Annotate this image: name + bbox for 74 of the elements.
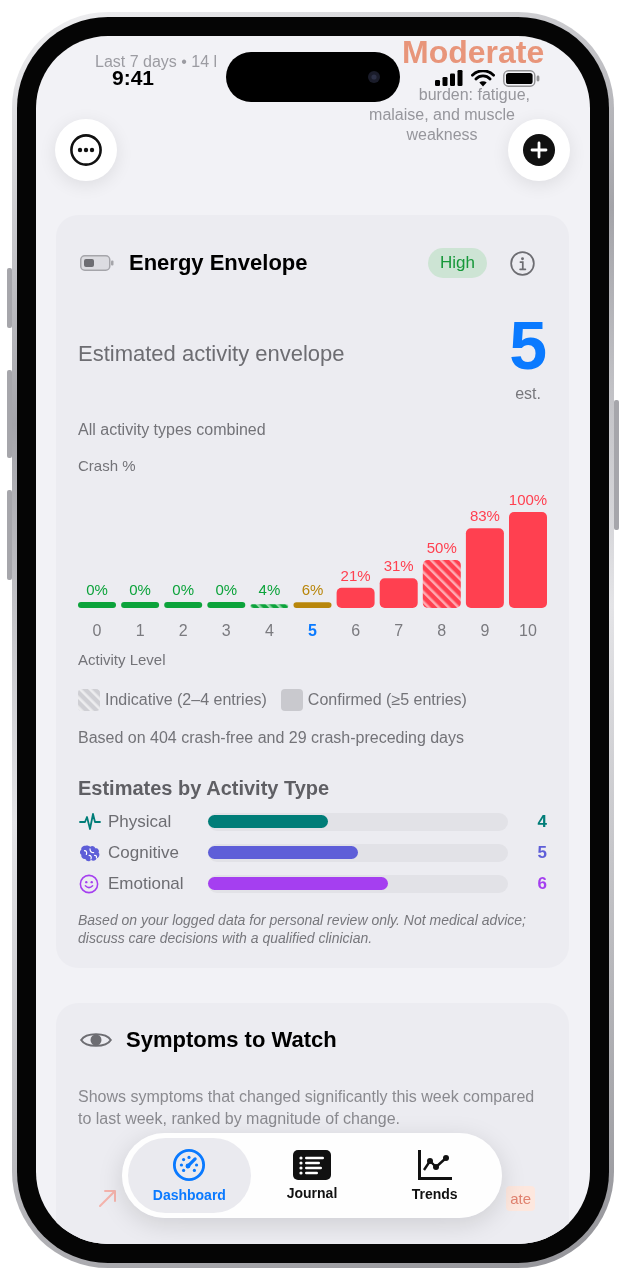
axis-label: 4 (264, 622, 274, 639)
summary-text: malaise, and muscle (369, 106, 515, 124)
list-icon (293, 1150, 331, 1180)
gauge-icon (172, 1148, 207, 1182)
card-title: Symptoms to Watch (126, 1026, 337, 1054)
activity-value: 5 (537, 842, 547, 863)
value-label: 4% (258, 581, 281, 598)
value-label: 83% (469, 507, 500, 525)
activity-value: 4 (537, 811, 547, 832)
side-button[interactable] (7, 370, 12, 458)
smiley-icon (79, 873, 99, 894)
severity-badge: ate (506, 1185, 535, 1211)
estimate-value: 5 (509, 311, 547, 379)
estimate-unit: est. (515, 384, 541, 404)
estimate-label: Estimated activity envelope (78, 340, 345, 368)
value-label: 31% (383, 557, 414, 575)
legend-label: Confirmed (≥5 entries) (307, 691, 467, 709)
value-label: 21% (340, 566, 371, 584)
basis-text: Based on 404 crash-free and 29 crash-preceding days (78, 728, 465, 748)
axis-label: 10 (519, 622, 537, 639)
value-label: 0% (215, 581, 238, 598)
info-icon[interactable] (510, 250, 535, 276)
axis-label: 6 (351, 622, 361, 639)
axis-label: 2 (178, 622, 188, 639)
value-label: 6% (301, 581, 324, 598)
axis-label: 9 (480, 622, 490, 639)
eye-icon (80, 1030, 112, 1050)
date-range-text: Last 7 days • 14 l (95, 55, 218, 69)
value-label: 0% (172, 581, 195, 598)
disclaimer-text: Based on your logged data for personal review only. Not medical advice; discuss care decisions with a qualified clinician. (78, 911, 527, 947)
axis-label: 0 (92, 622, 102, 639)
heartbeat-icon (79, 811, 101, 832)
line-chart-icon (416, 1149, 453, 1181)
section-title: Estimates by Activity Type (78, 776, 331, 801)
battery-icon (503, 69, 540, 87)
value-label: 100% (508, 491, 548, 508)
severity-label: Moderate (402, 38, 545, 66)
confidence-badge: High (428, 248, 487, 278)
axis-label: 5 (308, 622, 317, 639)
axis-title: Crash % (78, 456, 137, 476)
summary-text: weakness (406, 126, 478, 144)
value-label: 0% (129, 581, 151, 598)
hatched-swatch-icon (78, 689, 100, 711)
description-text: Shows symptoms that changed significantly this week compared to last week, ranked by magnitude of change. (78, 1087, 536, 1129)
legend-label: Indicative (2–4 entries) (105, 691, 267, 709)
wifi-icon (471, 69, 495, 87)
axis-label: 1 (135, 622, 145, 639)
axis-label: 8 (437, 622, 447, 639)
tab-button[interactable]: Journal (250, 1138, 374, 1213)
scope-text: All activity types combined (78, 420, 267, 440)
arrow-icon (98, 1188, 118, 1208)
activity-label: Emotional (108, 873, 185, 894)
activity-value: 6 (537, 873, 547, 894)
side-button[interactable] (7, 490, 12, 580)
value-label: 50% (426, 539, 457, 556)
axis-label: 7 (394, 622, 404, 639)
axis-title: Activity Level (78, 650, 167, 670)
activity-label: Physical (108, 811, 173, 832)
plus-icon (523, 134, 555, 166)
value-label: 0% (86, 581, 108, 598)
axis-label: 3 (221, 622, 231, 639)
card-title: Energy Envelope (129, 249, 308, 277)
battery-icon (80, 255, 114, 271)
tab-button[interactable]: Trends (373, 1138, 496, 1213)
solid-swatch-icon (280, 689, 303, 711)
status-time: 9:41 (112, 69, 155, 87)
side-button[interactable] (7, 268, 12, 328)
signal-icon (435, 70, 463, 86)
camera-lens-icon (368, 71, 380, 83)
ellipsis-icon (70, 134, 102, 166)
summary-text: burden: fatigue, (418, 86, 530, 104)
side-button[interactable] (614, 400, 619, 530)
activity-label: Cognitive (108, 842, 180, 863)
brain-icon (79, 842, 101, 863)
